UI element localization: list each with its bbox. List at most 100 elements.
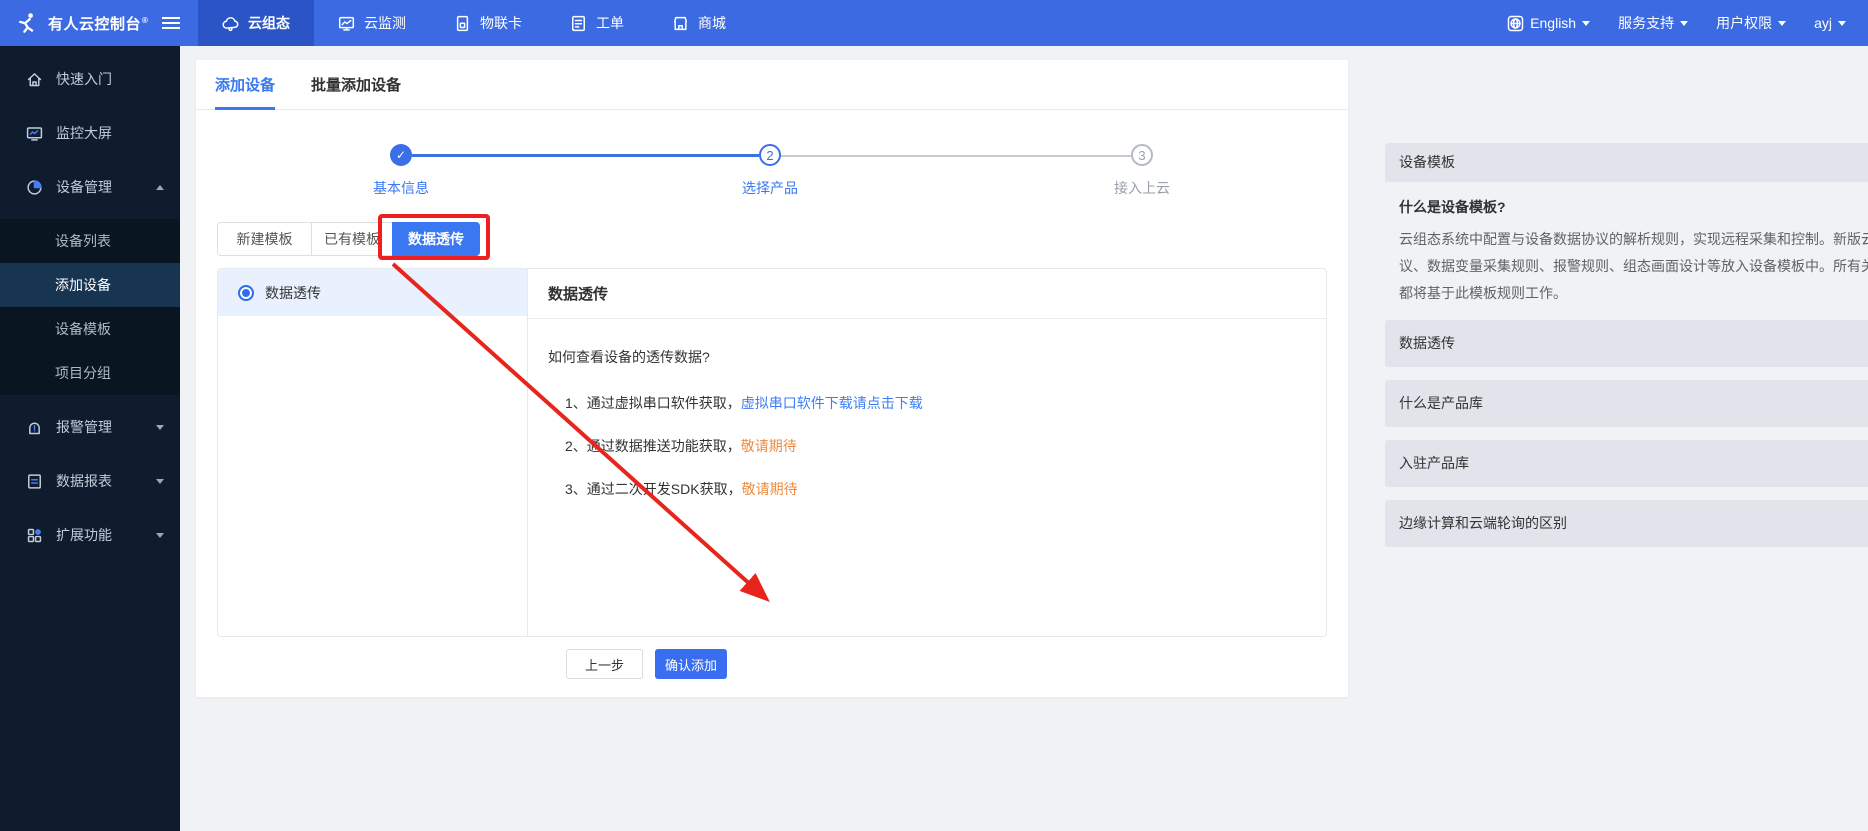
sidebar: 快速入门 监控大屏 设备管理 设备列表 添加设备 设备模板 项目分组 报警管理 …	[0, 46, 180, 831]
coming-soon-label: 敬请期待	[741, 438, 797, 454]
extension-icon	[26, 527, 43, 544]
report-icon	[26, 473, 43, 490]
dashboard-screen-icon	[26, 125, 43, 142]
confirm-add-button[interactable]: 确认添加	[655, 649, 727, 679]
stepper-line-todo	[781, 155, 1131, 157]
sidebar-label: 快速入门	[56, 69, 164, 89]
detail-question: 如何查看设备的透传数据?	[548, 347, 1306, 367]
sidebar-label: 设备管理	[56, 177, 156, 197]
language-dropdown[interactable]: English	[1507, 15, 1590, 32]
template-type-tabs: 新建模板 已有模板 数据透传	[217, 222, 480, 256]
detail-body: 如何查看设备的透传数据? 1、通过虚拟串口软件获取，虚拟串口软件下载请点击下载 …	[528, 319, 1326, 499]
add-device-card: 添加设备 批量添加设备 ✓ 2 3 基本信息 选择产品 接入上云 新建模板 已有…	[196, 60, 1348, 697]
help-section-data-passthrough[interactable]: 数据透传	[1385, 320, 1868, 367]
sidebar-item-device-list[interactable]: 设备列表	[0, 219, 180, 263]
nav-label: 商城	[698, 13, 726, 33]
nav-item-cloud-scada[interactable]: 云组态	[198, 0, 314, 46]
chevron-down-icon	[156, 479, 164, 488]
help-section-what-is-product-library[interactable]: 什么是产品库	[1385, 380, 1868, 427]
reg-mark: ®	[142, 16, 148, 25]
help-section-device-template-body: 什么是设备模板? 云组态系统中配置与设备数据协议的解析规则，实现远程采集和控制。…	[1385, 182, 1868, 308]
nav-item-iot-card[interactable]: 物联卡	[430, 0, 546, 46]
coming-soon-label: 敬请期待	[742, 481, 798, 497]
step-3-circle: 3	[1131, 144, 1153, 166]
detail-line-1: 1、通过虚拟串口软件获取，虚拟串口软件下载请点击下载	[548, 393, 1306, 413]
support-dropdown[interactable]: 服务支持	[1618, 13, 1688, 33]
radio-selected-icon[interactable]	[238, 285, 254, 301]
detail-line-2: 2、通过数据推送功能获取，敬请期待	[548, 436, 1306, 456]
app-window: 有人云控制台® 云组态 云监测 物联卡 工单 商城	[0, 0, 1868, 831]
help-section-edge-vs-cloud-polling[interactable]: 边缘计算和云端轮询的区别	[1385, 500, 1868, 547]
step-1-circle-check-icon: ✓	[390, 144, 412, 166]
app-title: 有人云控制台®	[48, 13, 148, 34]
menu-toggle-icon[interactable]	[162, 17, 180, 29]
sim-card-icon	[454, 15, 471, 32]
globe-icon	[1507, 15, 1524, 32]
sidebar-item-extensions[interactable]: 扩展功能	[0, 519, 180, 551]
language-label: English	[1530, 15, 1576, 31]
permission-label: 用户权限	[1716, 13, 1772, 33]
sidebar-item-add-device[interactable]: 添加设备	[0, 263, 180, 307]
stepper-line-done	[412, 154, 759, 157]
permission-dropdown[interactable]: 用户权限	[1716, 13, 1786, 33]
sidebar-label: 监控大屏	[56, 123, 164, 143]
sidebar-label: 报警管理	[56, 417, 156, 437]
sidebar-item-device-template[interactable]: 设备模板	[0, 307, 180, 351]
monitor-chart-icon	[338, 15, 355, 32]
support-label: 服务支持	[1618, 13, 1674, 33]
home-icon	[26, 71, 43, 88]
top-navbar: 有人云控制台® 云组态 云监测 物联卡 工单 商城	[0, 0, 1868, 46]
tab-data-passthrough[interactable]: 数据透传	[392, 222, 480, 256]
sidebar-item-alarm-manage[interactable]: 报警管理	[0, 411, 180, 443]
sidebar-label: 扩展功能	[56, 525, 156, 545]
nav-item-work-order[interactable]: 工单	[546, 0, 648, 46]
list-item-data-passthrough[interactable]: 数据透传	[218, 269, 527, 316]
user-dropdown[interactable]: ayj	[1814, 15, 1846, 31]
username-label: ayj	[1814, 15, 1832, 31]
prev-step-button[interactable]: 上一步	[566, 649, 643, 679]
navbar-right: English 服务支持 用户权限 ayj	[1507, 13, 1868, 33]
store-icon	[672, 15, 689, 32]
detail-line-3: 3、通过二次开发SDK获取，敬请期待	[548, 479, 1306, 499]
help-section-join-product-library[interactable]: 入驻产品库	[1385, 440, 1868, 487]
line-text: 1、通过虚拟串口软件获取，	[565, 395, 741, 411]
alarm-icon	[26, 419, 43, 436]
device-manage-submenu: 设备列表 添加设备 设备模板 项目分组	[0, 219, 180, 395]
chevron-down-icon	[1838, 21, 1846, 30]
main-content: 添加设备 批量添加设备 ✓ 2 3 基本信息 选择产品 接入上云 新建模板 已有…	[180, 46, 1868, 831]
download-link[interactable]: 虚拟串口软件下载请点击下载	[741, 395, 923, 411]
help-section-device-template[interactable]: 设备模板	[1385, 143, 1868, 182]
product-nav: 云组态 云监测 物联卡 工单 商城	[198, 0, 750, 46]
stepper: ✓ 2 3 基本信息 选择产品 接入上云	[196, 144, 1348, 204]
step-3-label: 接入上云	[1082, 178, 1202, 198]
chevron-down-icon	[156, 533, 164, 542]
nav-item-cloud-monitor[interactable]: 云监测	[314, 0, 430, 46]
chevron-down-icon	[1680, 21, 1688, 30]
cloud-icon	[222, 15, 239, 32]
tab-existing-template[interactable]: 已有模板	[311, 222, 393, 256]
help-question: 什么是设备模板?	[1399, 197, 1868, 217]
line-text: 2、通过数据推送功能获取，	[565, 438, 741, 454]
chevron-down-icon	[1582, 21, 1590, 30]
step-2-circle: 2	[759, 144, 781, 166]
passthrough-panel: 数据透传 数据透传 如何查看设备的透传数据? 1、通过虚拟串口软件获取，虚拟串口…	[217, 268, 1327, 637]
sidebar-item-monitor-screen[interactable]: 监控大屏	[0, 117, 180, 149]
nav-item-store[interactable]: 商城	[648, 0, 750, 46]
list-item-label: 数据透传	[265, 283, 321, 303]
sidebar-item-data-report[interactable]: 数据报表	[0, 465, 180, 497]
tab-new-template[interactable]: 新建模板	[217, 222, 312, 256]
chevron-down-icon	[1778, 21, 1786, 30]
chevron-up-icon	[156, 181, 164, 190]
tab-add-device[interactable]: 添加设备	[215, 60, 275, 109]
detail-title: 数据透传	[528, 269, 1326, 319]
help-answer: 云组态系统中配置与设备数据协议的解析规则，实现远程采集和控制。新版云服务将通讯协…	[1399, 226, 1868, 307]
sidebar-item-quick-start[interactable]: 快速入门	[0, 63, 180, 95]
step-1-label: 基本信息	[341, 178, 461, 198]
sidebar-item-project-group[interactable]: 项目分组	[0, 351, 180, 395]
card-tabs: 添加设备 批量添加设备	[196, 60, 1348, 110]
device-manage-icon	[26, 179, 43, 196]
passthrough-detail: 数据透传 如何查看设备的透传数据? 1、通过虚拟串口软件获取，虚拟串口软件下载请…	[528, 269, 1326, 636]
logo[interactable]: 有人云控制台®	[0, 12, 198, 34]
sidebar-item-device-manage[interactable]: 设备管理	[0, 171, 180, 203]
tab-batch-add-device[interactable]: 批量添加设备	[311, 60, 401, 109]
